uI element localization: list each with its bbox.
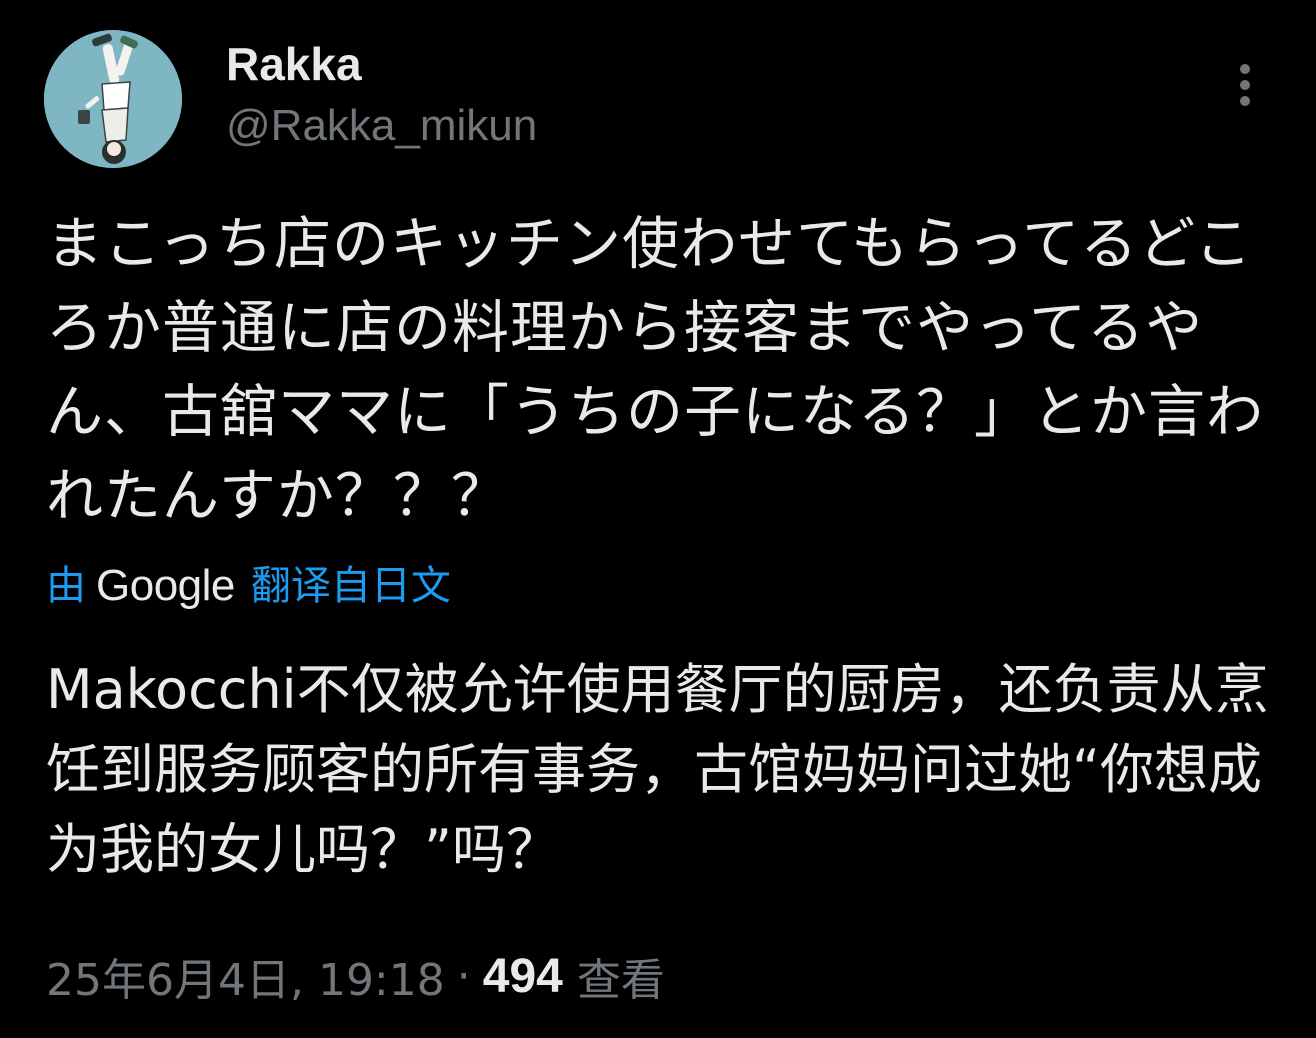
timestamp[interactable]: 25年6月4日, 19:18 (46, 944, 445, 1008)
author-handle[interactable]: @Rakka_mikun (226, 100, 537, 152)
views-count: 494 (482, 949, 563, 1003)
more-dot (1240, 64, 1250, 74)
more-dot (1240, 96, 1250, 106)
more-dot (1240, 80, 1250, 90)
more-options-icon[interactable] (1226, 60, 1266, 110)
avatar[interactable] (44, 30, 182, 168)
anime-character-avatar-icon (44, 30, 182, 168)
translation-source-language[interactable]: 翻译自日文 (251, 556, 451, 616)
meta-separator: · (456, 950, 471, 1002)
views-label: 查看 (576, 955, 665, 1006)
translation-attribution[interactable]: 由 Google 翻译自日文 (46, 556, 451, 616)
translation-prefix: 由 (46, 563, 86, 609)
author-display-name[interactable]: Rakka (226, 38, 362, 90)
google-logo-icon: Google (96, 561, 235, 610)
tweet-meta: 25年6月4日, 19:18 · 494 查看 (46, 944, 665, 1008)
tweet-card: Rakka @Rakka_mikun まこっち店のキッチン使わせてもらってるどこ… (0, 0, 1316, 1038)
translated-text: Makocchi不仅被允许使用餐厅的厨房，还负责从烹饪到服务顾客的所有事务，古馆… (46, 658, 1269, 881)
tweet-text: まこっち店のキッチン使わせてもらってるどころか普通に店の料理から接客までやってる… (46, 211, 1264, 529)
